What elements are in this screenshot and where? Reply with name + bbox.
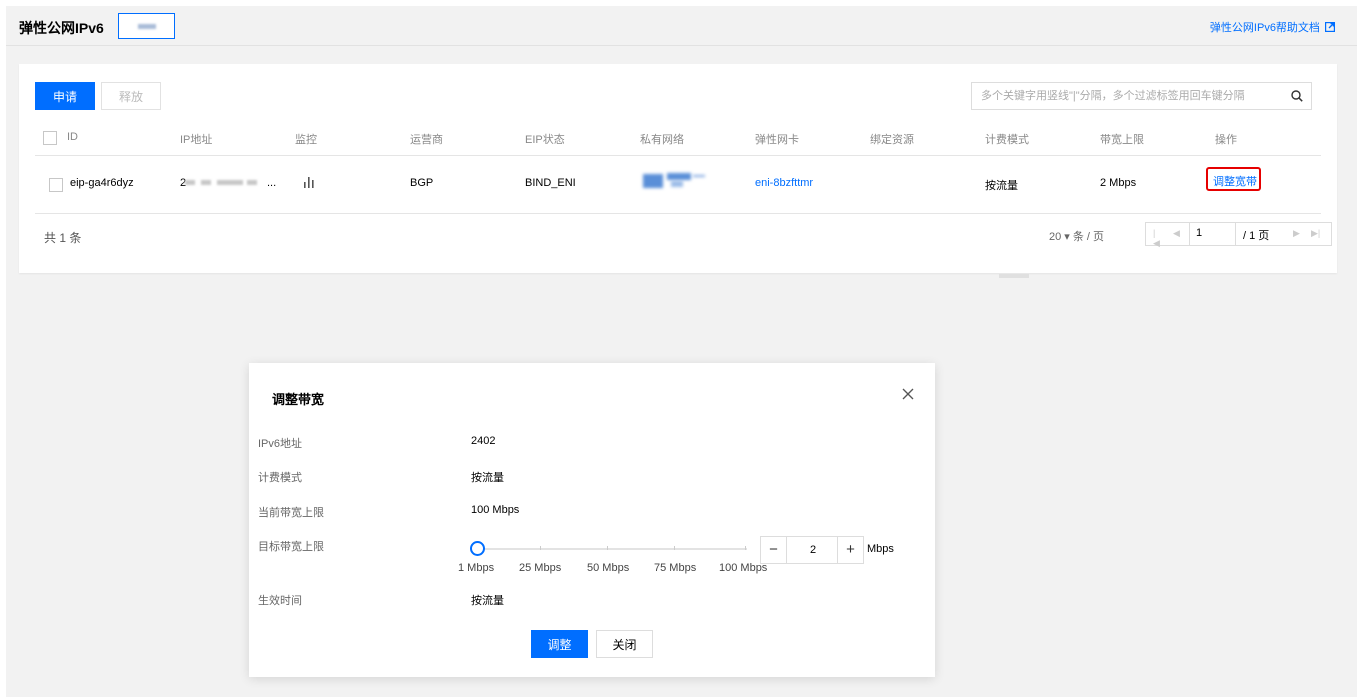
ipv6-address-value: 2402 [471, 435, 496, 447]
top-bar: 弹性公网IPv6 弹性公网IPv6帮助文档 [6, 6, 1357, 46]
release-button[interactable]: 释放 [101, 82, 161, 110]
page-size-select[interactable]: 20 ▾ 条 / 页 [1049, 228, 1104, 244]
action-highlight-box: 调整宽带 [1206, 167, 1261, 191]
slider-tick [745, 546, 746, 550]
confirm-adjust-button[interactable]: 调整 [531, 630, 588, 658]
ipv6-address-label: IPv6地址 [258, 438, 303, 450]
current-bandwidth-label: 当前带宽上限 [258, 507, 324, 519]
eni-link[interactable]: eni-8bzfttmr [755, 177, 813, 189]
slider-label-25: 25 Mbps [519, 562, 562, 574]
effective-time-value: 按流量 [471, 595, 504, 607]
decrease-button[interactable]: − [761, 537, 787, 563]
monitor-chart-icon[interactable] [303, 176, 315, 188]
page-title: 弹性公网IPv6 [19, 20, 104, 36]
billing-value: 按流量 [985, 180, 1018, 192]
last-page-icon[interactable]: ▶| [1311, 228, 1320, 239]
next-page-icon[interactable]: ▶ [1293, 228, 1300, 239]
bandwidth-slider-track[interactable] [477, 548, 747, 550]
pager-divider-2 [1235, 222, 1236, 246]
bandwidth-input[interactable]: 2 [788, 537, 838, 563]
close-dialog-button[interactable]: 关闭 [596, 630, 653, 658]
column-header-monitor: 监控 [295, 134, 317, 146]
search-icon[interactable] [1291, 90, 1303, 102]
bandwidth-slider-handle[interactable] [470, 541, 485, 556]
column-header-bandwidth: 带宽上限 [1100, 134, 1144, 146]
adjust-bandwidth-dialog: 调整带宽 IPv6地址 2402 计费模式 按流量 当前带宽上限 100 Mbp… [249, 363, 935, 677]
isp-value: BGP [410, 177, 434, 189]
eip-table: ID IP地址 监控 运营商 EIP状态 私有网络 弹性网卡 绑定资源 计费模式… [35, 120, 1321, 214]
external-link-icon [1325, 22, 1335, 32]
search-input[interactable] [972, 83, 1282, 109]
eip-status-value: BIND_ENI [525, 177, 576, 189]
slider-label-50: 50 Mbps [587, 562, 630, 574]
billing-mode-label: 计费模式 [258, 472, 302, 484]
slider-label-1: 1 Mbps [458, 562, 495, 574]
ip-address-blurred [185, 180, 265, 186]
column-header-eni: 弹性网卡 [755, 134, 799, 146]
prev-page-icon[interactable]: ◀ [1173, 228, 1180, 239]
adjust-bandwidth-link[interactable]: 调整宽带 [1213, 173, 1257, 189]
help-doc-label: 弹性公网IPv6帮助文档 [1209, 22, 1320, 34]
slider-label-75: 75 Mbps [654, 562, 697, 574]
scroll-indicator [999, 274, 1029, 278]
slider-tick [674, 546, 675, 550]
region-select[interactable] [118, 13, 175, 39]
effective-time-label: 生效时间 [258, 595, 302, 607]
page-total: / 1 页 [1243, 230, 1270, 242]
column-header-bound-resource: 绑定资源 [870, 134, 914, 146]
column-header-eip-status: EIP状态 [525, 134, 565, 146]
bandwidth-value: 2 Mbps [1100, 177, 1137, 189]
billing-mode-value: 按流量 [471, 472, 504, 484]
eip-id: eip-ga4r6dyz [70, 177, 134, 189]
bandwidth-unit: Mbps [867, 543, 894, 555]
bandwidth-stepper: − 2 + [760, 536, 864, 564]
help-doc-link[interactable]: 弹性公网IPv6帮助文档 [1210, 19, 1335, 35]
increase-button[interactable]: + [837, 537, 863, 563]
table-row: eip-ga4r6dyz 2 ... BGP BIND_ENI eni-8bzf… [35, 156, 1321, 214]
column-header-billing: 计费模式 [985, 134, 1029, 146]
row-checkbox[interactable] [49, 178, 63, 192]
region-name-blurred [138, 24, 156, 29]
vpc-link-blurred[interactable] [643, 169, 705, 193]
total-count: 共 1 条 [44, 231, 82, 245]
page-input[interactable]: 1 [1196, 227, 1202, 239]
dialog-title: 调整带宽 [272, 392, 325, 407]
slider-tick [540, 546, 541, 550]
column-header-id: ID [67, 131, 78, 143]
column-header-vpc: 私有网络 [640, 134, 684, 146]
pager-divider [1189, 222, 1190, 246]
table-header: ID IP地址 监控 运营商 EIP状态 私有网络 弹性网卡 绑定资源 计费模式… [35, 120, 1321, 156]
eip-list-card: 申请 释放 ID IP地址 监控 运营商 EIP状态 私有网络 弹性网卡 绑定资… [19, 64, 1337, 273]
column-header-isp: 运营商 [410, 134, 443, 146]
current-bandwidth-value: 100 Mbps [471, 504, 520, 516]
target-bandwidth-label: 目标带宽上限 [258, 541, 324, 553]
search-box [971, 82, 1312, 110]
select-all-checkbox[interactable] [43, 131, 57, 145]
column-header-actions: 操作 [1215, 134, 1237, 146]
close-icon[interactable] [901, 387, 915, 401]
apply-button[interactable]: 申请 [35, 82, 95, 110]
slider-tick [607, 546, 608, 550]
first-page-icon[interactable]: |◀ [1153, 228, 1160, 249]
column-header-ip: IP地址 [180, 134, 213, 146]
ip-address-ellipsis: ... [267, 177, 277, 189]
